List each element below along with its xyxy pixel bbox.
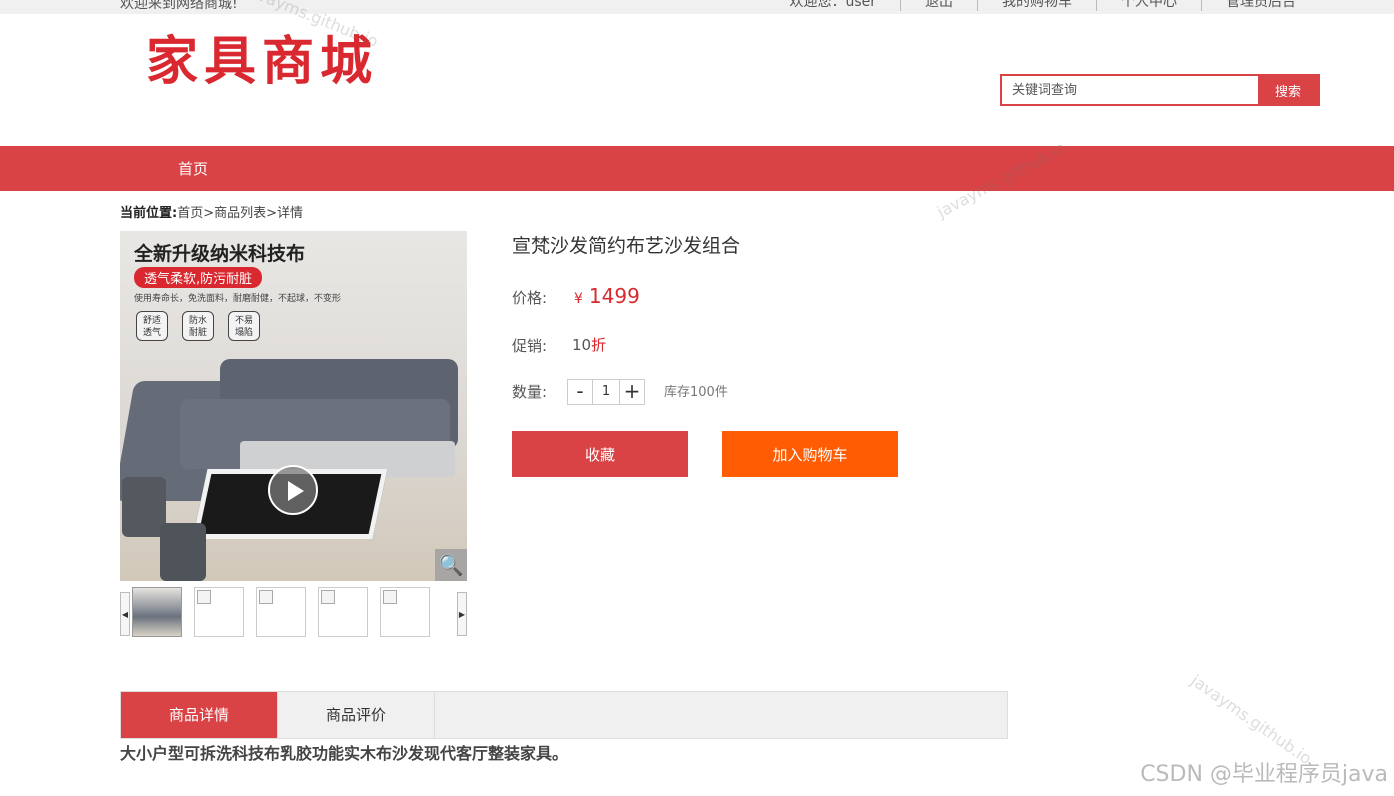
broken-image-icon [321, 590, 335, 604]
price-value: ¥1499 [574, 284, 640, 308]
play-icon[interactable] [268, 465, 318, 515]
favorite-button[interactable]: 收藏 [512, 431, 688, 477]
tab-reviews[interactable]: 商品评价 [278, 692, 435, 738]
breadcrumb-path[interactable]: 首页>商品列表>详情 [177, 206, 303, 221]
feature-badge: 舒适 透气 [136, 311, 168, 341]
search-button[interactable]: 搜索 [1258, 76, 1318, 104]
welcome-text: 欢迎来到网络商城! [120, 0, 238, 12]
qty-input[interactable]: 1 [593, 379, 619, 405]
qty-label: 数量: [512, 383, 548, 401]
promo-number: 10 [572, 336, 592, 354]
promo-label: 促销: [512, 337, 548, 355]
watermark: javayms.github.io [1187, 670, 1316, 769]
qty-increase-button[interactable]: + [619, 379, 645, 405]
user-center-link[interactable]: 个人中心 [1096, 0, 1201, 11]
thumbnail[interactable] [318, 587, 368, 637]
add-to-cart-button[interactable]: 加入购物车 [722, 431, 898, 477]
thumbnail[interactable] [380, 587, 430, 637]
price-label: 价格: [512, 289, 548, 307]
thumbnail[interactable] [256, 587, 306, 637]
thumbnail-strip: ◀ ▶ [120, 587, 467, 637]
product-description: 大小户型可拆洗科技布乳胶功能实木布沙发现代客厅整装家具。 [120, 744, 569, 763]
quantity-stepper: - 1 + [567, 379, 645, 405]
product-title: 宣梵沙发简约布艺沙发组合 [512, 235, 741, 257]
broken-image-icon [197, 590, 211, 604]
thumbnail-selected[interactable] [132, 587, 182, 637]
site-logo[interactable]: 家具商城 [146, 30, 378, 94]
banner-tag: 透气柔软,防污耐脏 [134, 267, 263, 288]
banner-title: 全新升级纳米科技布 [134, 243, 306, 265]
feature-badge: 防水 耐脏 [182, 311, 214, 341]
tab-details[interactable]: 商品详情 [121, 692, 278, 738]
feature-badges: 舒适 透气 防水 耐脏 不易 塌陷 [136, 311, 260, 341]
currency-symbol: ¥ [574, 291, 583, 307]
thumb-next-arrow-icon[interactable]: ▶ [457, 592, 467, 636]
qty-decrease-button[interactable]: - [567, 379, 593, 405]
top-links: 欢迎您：user 退出 我的购物车 个人中心 管理员后台 [765, 0, 1320, 11]
broken-image-icon [259, 590, 273, 604]
logout-link[interactable]: 退出 [900, 0, 977, 11]
promo-unit: 折 [591, 336, 607, 354]
user-greeting: 欢迎您：user [789, 0, 876, 10]
broken-image-icon [383, 590, 397, 604]
product-main-image[interactable]: 全新升级纳米科技布 透气柔软,防污耐脏 使用寿命长，免洗面料，耐磨耐健，不起球，… [120, 231, 467, 581]
stock-text: 库存100件 [664, 385, 728, 400]
main-nav: 首页 [0, 146, 1394, 191]
magnifier-icon[interactable]: 🔍 [435, 549, 467, 581]
banner-subtext: 使用寿命长，免洗面料，耐磨耐健，不起球，不变形 [134, 294, 342, 304]
breadcrumb: 当前位置:首页>商品列表>详情 [120, 202, 303, 221]
admin-link[interactable]: 管理员后台 [1201, 0, 1320, 11]
detail-tabs: 商品详情 商品评价 [120, 691, 1008, 739]
my-cart-link[interactable]: 我的购物车 [977, 0, 1096, 11]
thumbnail[interactable] [194, 587, 244, 637]
search-bar: 搜索 [1000, 74, 1320, 106]
stool-shape [160, 523, 206, 581]
breadcrumb-label: 当前位置: [120, 206, 178, 221]
promo-value: 10折 [572, 334, 606, 355]
thumb-prev-arrow-icon[interactable]: ◀ [120, 592, 130, 636]
feature-badge: 不易 塌陷 [228, 311, 260, 341]
search-input[interactable] [1002, 76, 1258, 104]
nav-home-link[interactable]: 首页 [178, 158, 208, 179]
csdn-watermark: CSDN @毕业程序员java [1140, 762, 1388, 787]
price-amount: 1499 [588, 284, 640, 308]
top-bar: 欢迎来到网络商城! 欢迎您：user 退出 我的购物车 个人中心 管理员后台 [0, 0, 1394, 14]
